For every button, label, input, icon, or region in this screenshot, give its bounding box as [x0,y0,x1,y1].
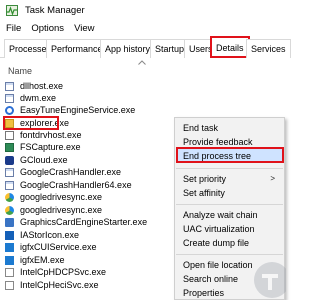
process-name: googledrivesync.exe [20,192,103,202]
tab-performance[interactable]: Performance [46,39,108,58]
menu-open-file-location[interactable]: Open file location [183,260,253,270]
menu-separator [176,168,283,169]
process-name: GraphicsCardEngineStarter.exe [20,217,148,227]
process-name: IAStorIcon.exe [20,230,80,240]
gcloud-icon [5,155,14,165]
process-name: fontdrvhost.exe [20,130,82,140]
menu-analyze-wait-chain[interactable]: Analyze wait chain [183,210,258,220]
process-name: igfxEM.exe [20,255,65,265]
menu-provide-feedback[interactable]: Provide feedback [183,137,253,147]
document-icon [5,130,14,140]
tab-strip: Processes Performance App history Startu… [0,36,291,58]
process-name: dllhost.exe [20,81,64,91]
storage-icon [5,230,14,240]
title-bar: Task Manager [0,0,286,20]
process-name: IntelCpHDCPSvc.exe [20,267,107,277]
process-name: EasyTuneEngineService.exe [20,105,136,115]
explorer-highlight-box [3,116,59,130]
exe-icon [5,280,14,290]
menu-create-dump-file[interactable]: Create dump file [183,238,249,248]
exe-icon [5,180,14,190]
tab-services[interactable]: Services [246,39,291,58]
menu-options[interactable]: Options [31,23,64,34]
drive-icon [5,205,14,215]
menu-end-process-tree[interactable]: End process tree [183,151,251,161]
menu-separator [176,254,283,255]
process-name: igfxCUIService.exe [20,242,97,252]
exe-icon [5,81,14,91]
graphics-icon [5,217,14,227]
menu-set-affinity[interactable]: Set affinity [183,188,225,198]
column-header-name[interactable]: Name [8,66,32,76]
intel-graphics-icon [5,255,14,265]
process-name: IntelCpHeciSvc.exe [20,280,99,290]
menu-search-online[interactable]: Search online [183,274,238,284]
process-name: googledrivesync.exe [20,205,103,215]
process-row[interactable]: dwm.exe [0,92,286,104]
chevron-up-icon [138,60,146,65]
process-name: FSCapture.exe [20,142,81,152]
menu-separator [176,204,283,205]
menu-end-task[interactable]: End task [183,123,218,133]
exe-icon [5,167,14,177]
exe-icon [5,267,14,277]
capture-icon [5,142,14,152]
drive-icon [5,192,14,202]
watermark-logo-icon [254,262,286,298]
menu-set-priority[interactable]: Set priority [183,174,226,184]
process-row[interactable]: dllhost.exe [0,80,286,92]
menu-file[interactable]: File [6,23,21,34]
column-header-row: Name [0,58,286,80]
menu-uac-virtualization[interactable]: UAC virtualization [183,224,255,234]
submenu-arrow-icon: > [270,174,275,183]
gear-icon [5,105,14,115]
process-name: GoogleCrashHandler64.exe [20,180,132,190]
exe-icon [5,93,14,103]
process-name: GCloud.exe [20,155,68,165]
task-manager-icon [6,4,18,16]
tab-details[interactable]: Details [210,36,250,58]
process-row[interactable]: EasyTuneEngineService.exe [0,104,286,116]
process-name: GoogleCrashHandler.exe [20,167,122,177]
window-title: Task Manager [25,4,85,16]
intel-graphics-icon [5,242,14,252]
tab-app-history[interactable]: App history [100,39,156,58]
menu-properties[interactable]: Properties [183,288,224,298]
process-name: dwm.exe [20,93,57,103]
menu-view[interactable]: View [74,23,94,34]
menu-bar: File Options View [0,20,286,36]
